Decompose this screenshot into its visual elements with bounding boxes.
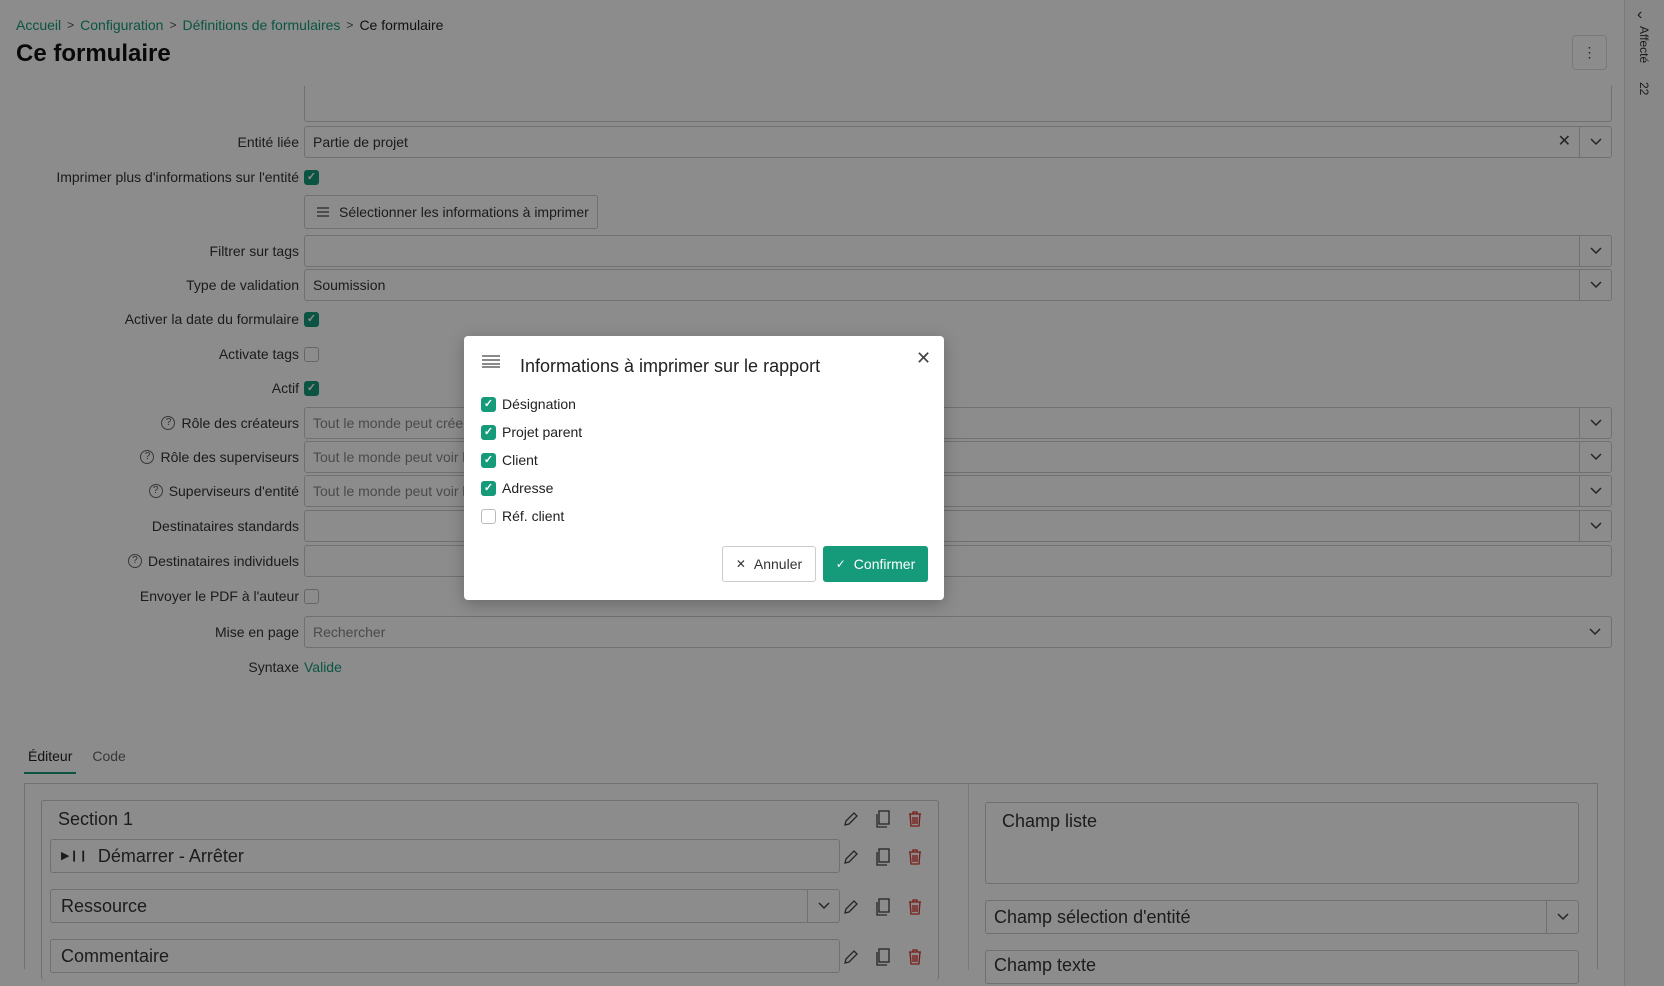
- option-adresse[interactable]: ✓ Adresse: [481, 478, 553, 498]
- option-label: Désignation: [502, 396, 576, 412]
- option-projet-parent[interactable]: ✓ Projet parent: [481, 422, 582, 442]
- modal-title: Informations à imprimer sur le rapport: [520, 356, 821, 376]
- close-icon[interactable]: ✕: [916, 348, 931, 369]
- option-checkbox[interactable]: ✓: [481, 396, 496, 412]
- option-label: Adresse: [502, 480, 554, 496]
- confirm-button[interactable]: ✓ Confirmer: [823, 546, 928, 582]
- option-checkbox[interactable]: ✓: [481, 424, 496, 440]
- close-icon: ✕: [735, 557, 746, 571]
- option-checkbox[interactable]: [481, 508, 496, 524]
- option-checkbox[interactable]: ✓: [481, 452, 496, 468]
- option-client[interactable]: ✓ Client: [481, 450, 538, 470]
- option-checkbox[interactable]: ✓: [481, 480, 496, 496]
- option-label: Client: [502, 452, 538, 468]
- confirm-button-label: Confirmer: [853, 556, 916, 572]
- check-icon: ✓: [835, 557, 846, 571]
- option-label: Réf. client: [502, 508, 565, 524]
- option-label: Projet parent: [502, 424, 583, 440]
- option-ref-client[interactable]: Réf. client: [481, 506, 564, 526]
- list-icon: [482, 354, 500, 371]
- cancel-button[interactable]: ✕ Annuler: [722, 546, 816, 582]
- print-info-modal: Informations à imprimer sur le rapport ✕…: [464, 336, 944, 600]
- cancel-button-label: Annuler: [753, 556, 803, 572]
- option-designation[interactable]: ✓ Désignation: [481, 394, 576, 414]
